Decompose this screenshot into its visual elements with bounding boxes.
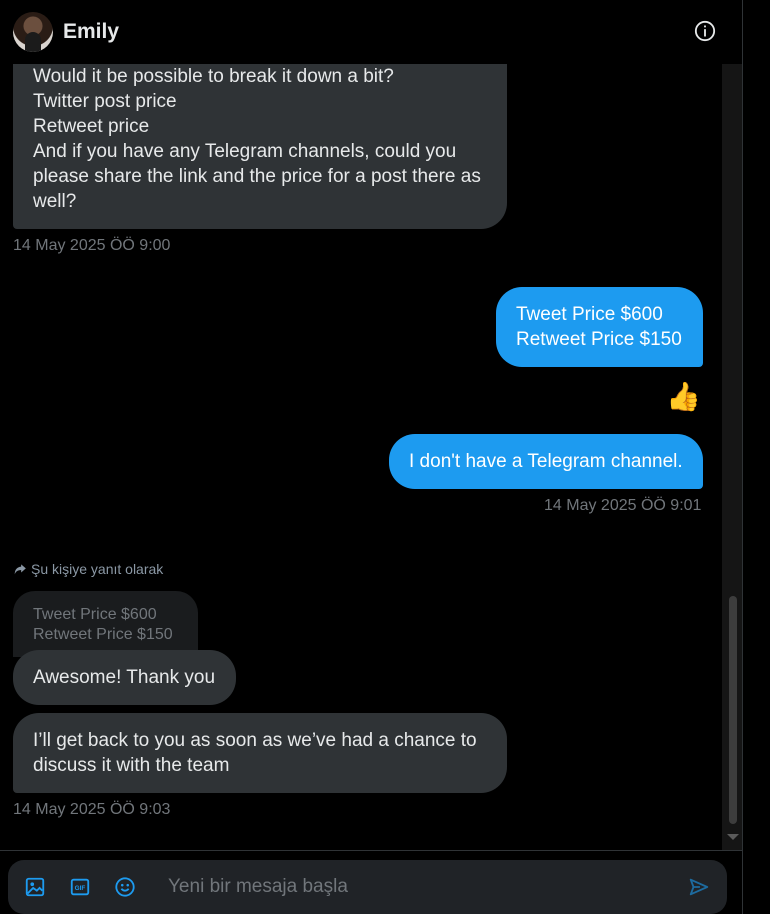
thumbs-up-emoji[interactable]: 👍 bbox=[666, 380, 701, 413]
message-line: discuss it with the team bbox=[33, 755, 230, 776]
scrollbar[interactable] bbox=[722, 64, 742, 850]
window-edge bbox=[742, 0, 770, 914]
scrollbar-thumb[interactable] bbox=[729, 596, 737, 824]
svg-text:GIF: GIF bbox=[75, 885, 86, 892]
message-line: Twitter post price bbox=[33, 91, 177, 112]
quoted-message[interactable]: Tweet Price $600 Retweet Price $150 bbox=[13, 591, 198, 657]
message-composer: GIF bbox=[8, 860, 727, 914]
message-timestamp: 14 May 2025 ÖÖ 9:03 bbox=[13, 801, 171, 818]
contact-name[interactable]: Emily bbox=[63, 20, 119, 44]
message-text: Awesome! Thank you bbox=[33, 667, 216, 688]
gif-icon[interactable]: GIF bbox=[69, 876, 91, 898]
message-bubble-sent[interactable]: I don't have a Telegram channel. bbox=[389, 434, 703, 489]
message-line: Tweet Price $600 bbox=[516, 304, 663, 325]
message-text: I don't have a Telegram channel. bbox=[409, 451, 683, 472]
message-bubble-sent[interactable]: Tweet Price $600 Retweet Price $150 bbox=[496, 287, 703, 367]
avatar[interactable] bbox=[13, 12, 53, 52]
message-line: I’ll get back to you as soon as we’ve ha… bbox=[33, 730, 477, 751]
quoted-line: Tweet Price $600 bbox=[33, 606, 157, 623]
scroll-down-arrow-icon[interactable] bbox=[727, 834, 739, 840]
message-bubble-received[interactable]: I’ll get back to you as soon as we’ve ha… bbox=[13, 713, 507, 793]
reply-label: Şu kişiye yanıt olarak bbox=[31, 561, 164, 577]
message-line: well? bbox=[33, 191, 77, 212]
reply-context: Şu kişiye yanıt olarak bbox=[13, 561, 163, 577]
emoji-icon[interactable] bbox=[114, 876, 136, 898]
info-icon[interactable] bbox=[694, 20, 716, 42]
message-line: Retweet price bbox=[33, 116, 150, 137]
image-icon[interactable] bbox=[24, 876, 46, 898]
conversation-header: Emily bbox=[0, 0, 742, 64]
message-line: Retweet Price $150 bbox=[516, 329, 682, 350]
message-input[interactable] bbox=[168, 874, 668, 900]
message-bubble-received[interactable]: Would it be possible to break it down a … bbox=[13, 64, 507, 229]
message-line: Would it be possible to break it down a … bbox=[33, 66, 394, 87]
send-icon[interactable] bbox=[688, 876, 710, 898]
quoted-line: Retweet Price $150 bbox=[33, 626, 173, 643]
message-timestamp: 14 May 2025 ÖÖ 9:01 bbox=[544, 497, 702, 514]
message-line: And if you have any Telegram channels, c… bbox=[33, 141, 457, 162]
message-bubble-received[interactable]: Awesome! Thank you bbox=[13, 650, 236, 705]
message-line: please share the link and the price for … bbox=[33, 166, 481, 187]
reply-arrow-icon bbox=[14, 564, 26, 575]
message-timestamp: 14 May 2025 ÖÖ 9:00 bbox=[13, 237, 171, 254]
